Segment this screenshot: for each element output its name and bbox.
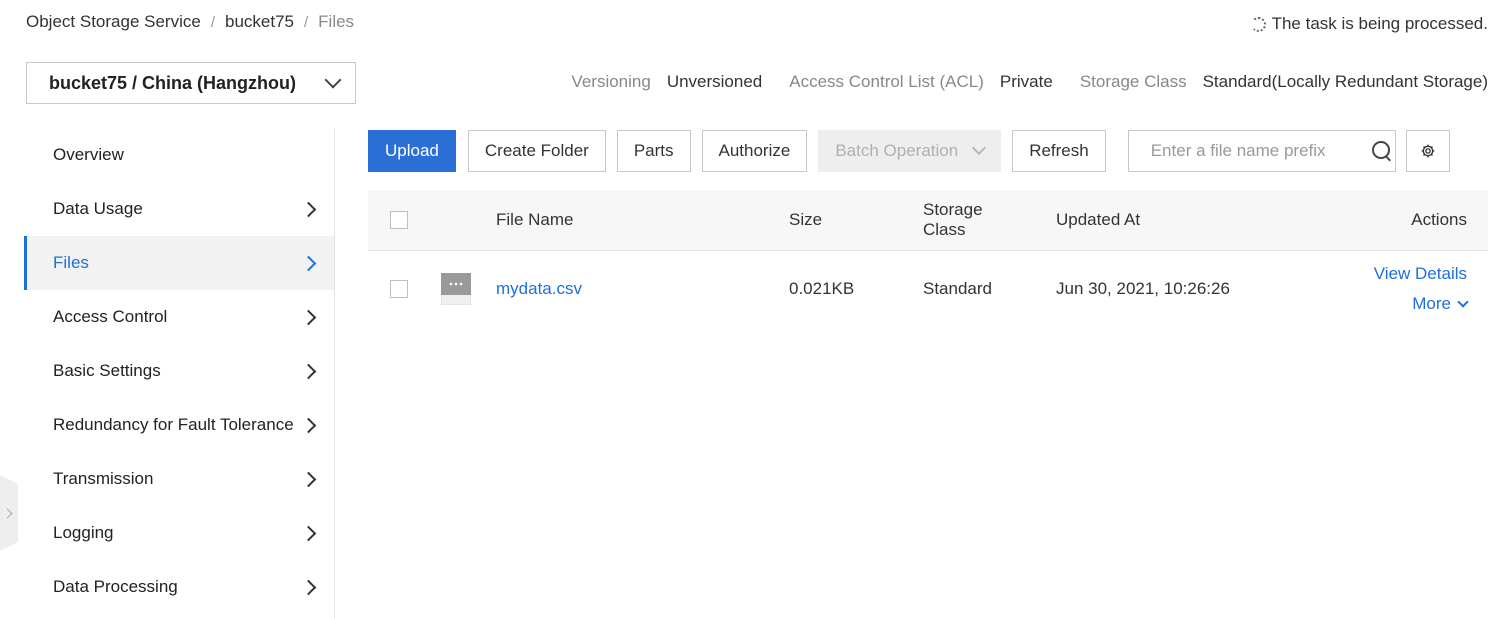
- search-box: [1127, 130, 1396, 172]
- breadcrumb-item-bucket[interactable]: bucket75: [225, 12, 294, 32]
- header-file-name: File Name: [496, 210, 574, 229]
- settings-button[interactable]: [1405, 130, 1450, 172]
- file-table: File Name Size Storage Class Updated At …: [368, 190, 1488, 327]
- header-storage-class: Storage Class: [923, 200, 983, 239]
- table-row: mydata.csv 0.021KB Standard Jun 30, 2021…: [368, 251, 1488, 327]
- acl-label: Access Control List (ACL): [789, 72, 984, 91]
- sidebar-item-label: Files: [53, 253, 89, 272]
- chevron-right-icon: [300, 201, 317, 217]
- chevron-down-icon: [972, 140, 987, 156]
- sidebar: Overview Data Usage Files Access Control…: [24, 128, 335, 618]
- sidebar-item-data-usage[interactable]: Data Usage: [24, 182, 334, 236]
- batch-operation-label: Batch Operation: [835, 141, 959, 160]
- breadcrumb-item-files: Files: [318, 12, 355, 31]
- authorize-button[interactable]: Authorize: [701, 130, 808, 172]
- acl-value: Private: [999, 72, 1053, 91]
- breadcrumb: Object Storage Service / bucket75 / File…: [26, 12, 354, 32]
- parts-button[interactable]: Parts: [616, 130, 691, 172]
- chevron-down-icon: [324, 71, 342, 89]
- bucket-selector[interactable]: bucket75 / China (Hangzhou): [26, 62, 356, 104]
- select-all-checkbox[interactable]: [390, 211, 408, 229]
- file-icon: [441, 273, 471, 305]
- sidebar-item-label: Transmission: [53, 469, 154, 488]
- more-actions-dropdown[interactable]: More: [1412, 289, 1469, 319]
- task-status-text: The task is being processed.: [1271, 14, 1488, 33]
- sidebar-item-data-processing[interactable]: Data Processing: [24, 560, 334, 614]
- task-status: The task is being processed.: [1250, 14, 1488, 34]
- chevron-right-icon: [300, 309, 317, 325]
- sidebar-collapse-handle[interactable]: [0, 475, 18, 551]
- chevron-right-icon: [300, 525, 317, 541]
- chevron-right-icon: [300, 363, 317, 379]
- refresh-button[interactable]: Refresh: [1012, 130, 1106, 172]
- row-checkbox[interactable]: [390, 280, 408, 298]
- chevron-right-icon: [300, 579, 317, 595]
- header-updated-at: Updated At: [1056, 210, 1141, 229]
- sidebar-item-label: Data Usage: [53, 199, 143, 218]
- file-size: 0.021KB: [789, 279, 855, 298]
- sidebar-item-logging[interactable]: Logging: [24, 506, 334, 560]
- file-storage-class: Standard: [923, 279, 992, 298]
- sidebar-item-label: Data Processing: [53, 577, 178, 596]
- bucket-selector-value: bucket75 / China (Hangzhou): [49, 72, 297, 93]
- sidebar-item-overview[interactable]: Overview: [24, 128, 334, 182]
- breadcrumb-separator: /: [303, 13, 309, 31]
- sidebar-item-label: Redundancy for Fault Tolerance: [53, 415, 294, 434]
- header-actions: Actions: [1411, 210, 1467, 229]
- versioning-value: Unversioned: [666, 72, 763, 91]
- row-actions: View Details More: [1374, 259, 1469, 319]
- create-folder-button[interactable]: Create Folder: [467, 130, 606, 172]
- file-updated-at: Jun 30, 2021, 10:26:26: [1056, 279, 1230, 298]
- header-size: Size: [789, 210, 823, 229]
- upload-button[interactable]: Upload: [368, 130, 456, 172]
- search-icon[interactable]: [1371, 141, 1390, 161]
- sidebar-item-label: Access Control: [53, 307, 168, 326]
- table-header: File Name Size Storage Class Updated At …: [368, 190, 1488, 251]
- storage-class-label: Storage Class: [1079, 72, 1187, 91]
- chevron-right-icon: [300, 255, 317, 271]
- search-input[interactable]: [1150, 141, 1372, 161]
- sidebar-item-label: Logging: [53, 523, 114, 542]
- sidebar-item-access-control[interactable]: Access Control: [24, 290, 334, 344]
- sidebar-item-basic-settings[interactable]: Basic Settings: [24, 344, 334, 398]
- chevron-right-icon: [300, 417, 317, 433]
- versioning-label: Versioning: [571, 72, 651, 91]
- sidebar-item-redundancy[interactable]: Redundancy for Fault Tolerance: [24, 398, 334, 452]
- storage-class-value: Standard(Locally Redundant Storage): [1202, 72, 1488, 91]
- sidebar-item-transmission[interactable]: Transmission: [24, 452, 334, 506]
- batch-operation-button[interactable]: Batch Operation: [818, 130, 1002, 172]
- spinner-icon: [1250, 16, 1266, 32]
- breadcrumb-item-oss[interactable]: Object Storage Service: [26, 12, 201, 32]
- sidebar-item-files[interactable]: Files: [24, 236, 334, 290]
- breadcrumb-separator: /: [210, 13, 215, 31]
- more-label: More: [1412, 294, 1451, 313]
- view-details-link[interactable]: View Details: [1374, 259, 1467, 289]
- sidebar-item-label: Overview: [53, 145, 124, 164]
- file-name-link[interactable]: mydata.csv: [496, 279, 582, 299]
- sidebar-item-label: Basic Settings: [53, 361, 161, 380]
- gear-icon: [1421, 144, 1435, 158]
- chevron-down-icon: [1457, 296, 1469, 308]
- chevron-right-icon: [2, 508, 13, 518]
- bucket-meta: Versioning Unversioned Access Control Li…: [571, 72, 1488, 92]
- toolbar: Upload Create Folder Parts Authorize Bat…: [368, 130, 1450, 172]
- chevron-right-icon: [300, 471, 317, 487]
